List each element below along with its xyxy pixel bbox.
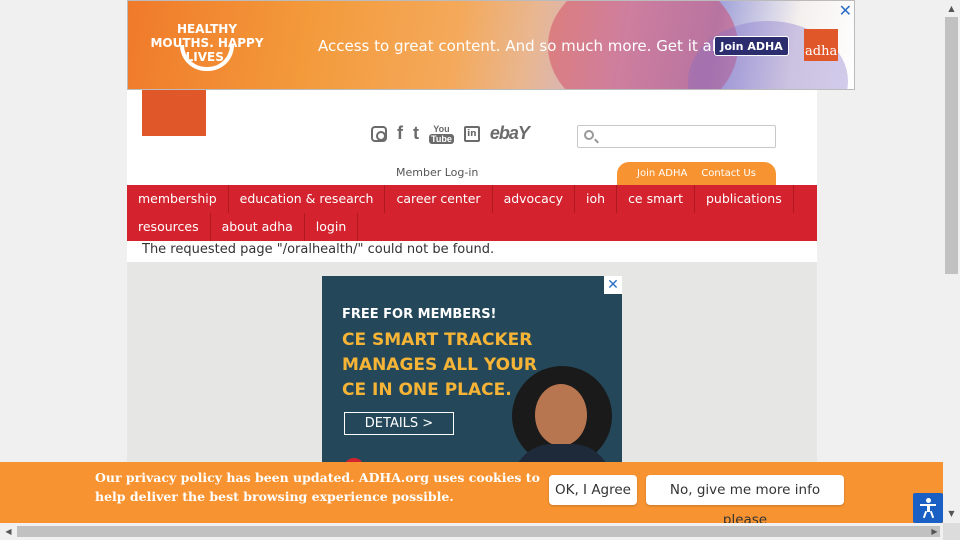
top-links-tab: Join ADHA Contact Us — [617, 162, 776, 185]
nav-item-ioh[interactable]: ioh — [575, 185, 618, 213]
social-links: f t You Tube in ebaY — [371, 123, 530, 144]
ebay-icon[interactable]: ebaY — [490, 123, 530, 144]
contact-us-link[interactable]: Contact Us — [701, 168, 756, 179]
vertical-scroll-thumb[interactable] — [945, 17, 958, 274]
nav-item-education-research[interactable]: education & research — [229, 185, 386, 213]
youtube-icon[interactable]: You Tube — [429, 124, 454, 144]
banner-adha-logo: adha — [804, 29, 838, 61]
cookie-message: Our privacy policy has been updated. ADH… — [95, 470, 540, 504]
top-banner-ad[interactable]: HEALTHY MOUTHS. HAPPY LIVES. Access to g… — [127, 0, 855, 90]
instagram-icon[interactable] — [371, 125, 387, 142]
close-icon[interactable]: ✕ — [839, 1, 852, 20]
scroll-up-icon[interactable]: ▲ — [943, 0, 960, 17]
accessibility-icon-leg — [929, 510, 935, 519]
nav-item-resources[interactable]: resources — [127, 213, 211, 241]
person-face — [535, 384, 587, 446]
logo-underline — [142, 90, 206, 136]
facebook-icon[interactable]: f — [397, 123, 403, 144]
nav-row-1: membership education & research career c… — [127, 185, 817, 213]
accessibility-icon — [926, 498, 931, 503]
smile-icon — [180, 45, 234, 71]
side-ad-heading: FREE FOR MEMBERS! — [342, 307, 497, 322]
youtube-bottom-text: Tube — [429, 133, 454, 144]
close-icon[interactable]: ✕ — [604, 276, 622, 294]
side-ad[interactable]: FREE FOR MEMBERS! CE SMART TRACKER MANAG… — [322, 276, 622, 466]
scroll-left-icon[interactable]: ◀ — [0, 523, 17, 540]
banner-promo-text: Access to great content. And so much mor… — [318, 37, 725, 55]
nav-row-2: resources about adha login — [127, 213, 817, 241]
more-info-button[interactable]: No, give me more info please — [646, 475, 844, 528]
nav-item-login[interactable]: login — [305, 213, 359, 241]
search-box — [577, 125, 776, 148]
scroll-down-icon[interactable]: ▼ — [943, 505, 960, 522]
vertical-scrollbar[interactable]: ▲ ▼ — [943, 0, 960, 523]
nav-item-career-center[interactable]: career center — [385, 185, 493, 213]
youtube-top-text: You — [433, 123, 450, 134]
not-found-message: The requested page "/oralhealth/" could … — [142, 242, 495, 257]
twitter-icon[interactable]: t — [413, 123, 419, 144]
horizontal-scrollbar[interactable]: ◀ ▶ — [0, 523, 943, 540]
banner-logo-text: adha — [805, 44, 838, 59]
join-adha-link[interactable]: Join ADHA — [637, 168, 687, 179]
cookie-banner: Our privacy policy has been updated. ADH… — [0, 462, 943, 528]
scroll-right-icon[interactable]: ▶ — [926, 523, 943, 540]
search-input[interactable] — [600, 127, 770, 146]
agree-button[interactable]: OK, I Agree — [549, 475, 637, 505]
nav-item-about-adha[interactable]: about adha — [211, 213, 305, 241]
search-icon[interactable] — [584, 130, 594, 140]
details-button[interactable]: DETAILS > — [344, 412, 454, 435]
main-nav: membership education & research career c… — [127, 185, 817, 241]
nav-item-publications[interactable]: publications — [695, 185, 794, 213]
linkedin-icon[interactable]: in — [463, 125, 480, 142]
horizontal-scroll-thumb[interactable] — [17, 526, 940, 537]
banner-join-button[interactable]: Join ADHA — [714, 36, 789, 56]
scrollbar-corner — [943, 523, 960, 540]
accessibility-button[interactable] — [913, 493, 943, 523]
member-login-link[interactable]: Member Log-in — [396, 166, 478, 179]
nav-item-ce-smart[interactable]: ce smart — [617, 185, 695, 213]
nav-item-advocacy[interactable]: advocacy — [493, 185, 576, 213]
accessibility-icon-leg — [922, 510, 928, 519]
nav-item-membership[interactable]: membership — [127, 185, 229, 213]
